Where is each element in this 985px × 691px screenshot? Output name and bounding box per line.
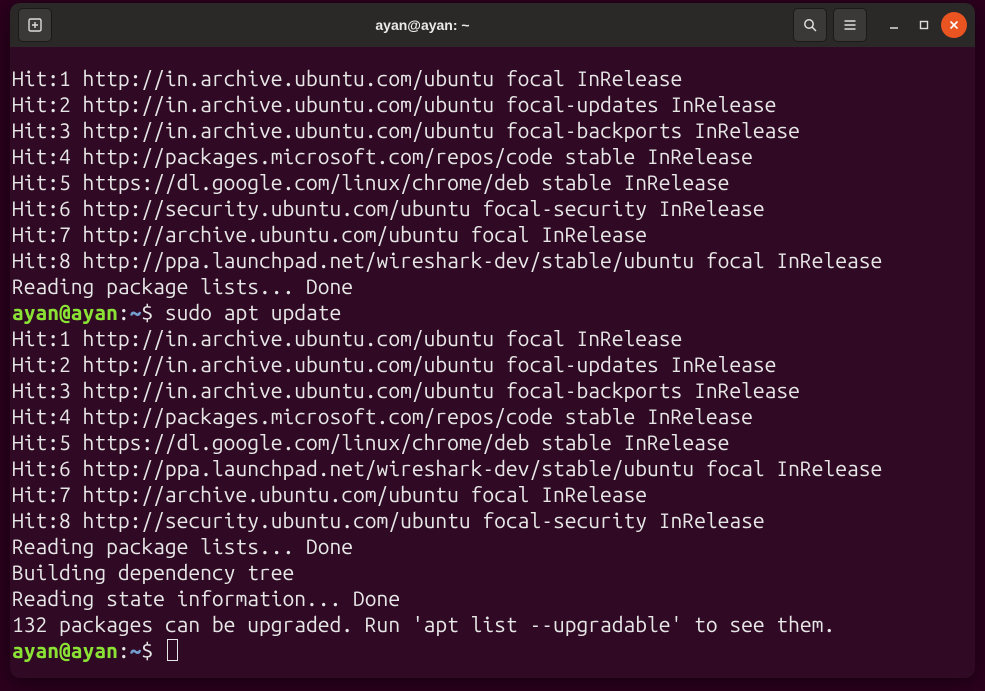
- window-title: ayan@ayan: ~: [52, 17, 793, 33]
- prompt-dollar: $: [141, 300, 153, 324]
- terminal-window: ayan@ayan: ~: [10, 3, 975, 678]
- output-line: Hit:3 http://in.archive.ubuntu.com/ubunt…: [12, 378, 800, 402]
- output-line: Hit:6 http://ppa.launchpad.net/wireshark…: [12, 456, 882, 480]
- menu-button[interactable]: [833, 8, 867, 42]
- command-text: sudo apt update: [153, 300, 341, 324]
- output-line: Hit:7 http://archive.ubuntu.com/ubuntu f…: [12, 482, 647, 506]
- prompt-user-host: ayan@ayan: [12, 638, 118, 662]
- cursor: [167, 639, 178, 661]
- output-line: Hit:2 http://in.archive.ubuntu.com/ubunt…: [12, 352, 776, 376]
- output-line: Reading state information... Done: [12, 586, 400, 610]
- output-line: Hit:8 http://ppa.launchpad.net/wireshark…: [12, 248, 882, 272]
- output-line: Hit:1 http://in.archive.ubuntu.com/ubunt…: [12, 66, 682, 90]
- close-icon: [948, 19, 960, 31]
- output-line: Hit:5 https://dl.google.com/linux/chrome…: [12, 170, 729, 194]
- output-line: Building dependency tree: [12, 560, 294, 584]
- maximize-icon: [918, 19, 930, 31]
- output-line: Hit:7 http://archive.ubuntu.com/ubuntu f…: [12, 222, 647, 246]
- output-line: Reading package lists... Done: [12, 274, 353, 298]
- prompt-user-host: ayan@ayan: [12, 300, 118, 324]
- maximize-button[interactable]: [911, 12, 937, 38]
- output-line: Hit:8 http://security.ubuntu.com/ubuntu …: [12, 508, 765, 532]
- close-button[interactable]: [941, 12, 967, 38]
- prompt-dollar: $: [141, 638, 153, 662]
- titlebar: ayan@ayan: ~: [10, 3, 975, 47]
- output-line: 132 packages can be upgraded. Run 'apt l…: [12, 612, 835, 636]
- output-line: Hit:4 http://packages.microsoft.com/repo…: [12, 144, 753, 168]
- output-line: Hit:5 https://dl.google.com/linux/chrome…: [12, 430, 729, 454]
- terminal-content[interactable]: Hit:1 http://in.archive.ubuntu.com/ubunt…: [10, 47, 975, 678]
- search-icon: [802, 17, 818, 33]
- output-line: Hit:4 http://packages.microsoft.com/repo…: [12, 404, 753, 428]
- minimize-button[interactable]: [881, 12, 907, 38]
- output-line: Hit:3 http://in.archive.ubuntu.com/ubunt…: [12, 118, 800, 142]
- search-button[interactable]: [793, 8, 827, 42]
- hamburger-icon: [842, 17, 858, 33]
- output-line: Reading package lists... Done: [12, 534, 353, 558]
- output-line: Hit:6 http://security.ubuntu.com/ubuntu …: [12, 196, 765, 220]
- output-line: Hit:2 http://in.archive.ubuntu.com/ubunt…: [12, 92, 776, 116]
- new-tab-button[interactable]: [18, 8, 52, 42]
- new-tab-icon: [26, 16, 44, 34]
- minimize-icon: [888, 19, 900, 31]
- prompt-path: ~: [130, 638, 142, 662]
- prompt-path: ~: [130, 300, 142, 324]
- output-line: Hit:1 http://in.archive.ubuntu.com/ubunt…: [12, 326, 682, 350]
